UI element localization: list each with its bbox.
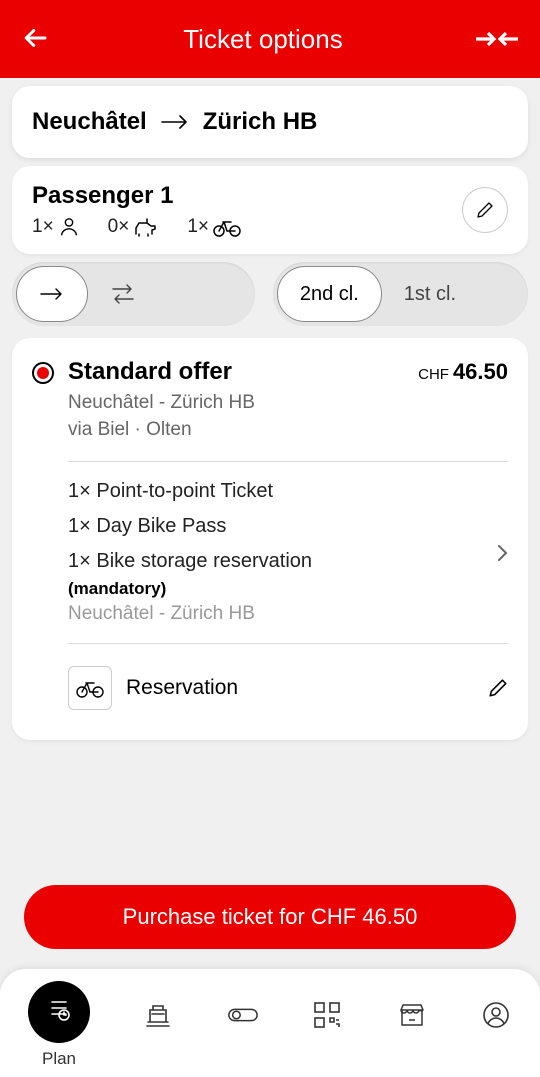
- toggle-icon: [227, 999, 259, 1031]
- nav-toggle[interactable]: [227, 987, 259, 1031]
- reservation-label: Reservation: [126, 676, 238, 700]
- offer-item: 1× Point-to-point Ticket: [68, 480, 508, 503]
- route-to: Zürich HB: [203, 108, 318, 136]
- route-from: Neuchâtel: [32, 108, 147, 136]
- radio-selected-icon[interactable]: [32, 362, 54, 384]
- bike-reservation-icon: [68, 666, 112, 710]
- offer-mandatory: (mandatory): [68, 579, 508, 599]
- nav-train[interactable]: [142, 987, 174, 1031]
- first-class-button[interactable]: 1st cl.: [382, 266, 478, 322]
- round-trip-button[interactable]: [88, 266, 158, 322]
- offer-title: Standard offer: [68, 358, 232, 386]
- dog-icon: [133, 216, 159, 238]
- one-way-button[interactable]: [16, 266, 88, 322]
- shop-icon: [396, 999, 428, 1031]
- sbb-logo-icon: [474, 27, 520, 51]
- route-card[interactable]: Neuchâtel Zürich HB: [12, 86, 528, 158]
- passenger-title: Passenger 1: [32, 182, 241, 210]
- chevron-right-icon[interactable]: [496, 544, 508, 562]
- second-class-button[interactable]: 2nd cl.: [277, 266, 382, 322]
- plan-icon: [44, 997, 74, 1027]
- direction-toggle: [12, 262, 255, 326]
- bottom-nav: Plan: [0, 969, 540, 1077]
- nav-shop[interactable]: [396, 987, 428, 1031]
- nav-qr[interactable]: [311, 987, 343, 1031]
- divider: [68, 643, 508, 644]
- count-dog: 0×: [108, 216, 160, 238]
- offer-item: 1× Day Bike Pass: [68, 515, 508, 538]
- profile-icon: [480, 999, 512, 1031]
- edit-reservation-button[interactable]: [488, 678, 508, 698]
- offer-item: 1× Bike storage reservation: [68, 550, 508, 573]
- pencil-icon: [488, 678, 508, 698]
- arrow-right-icon: [161, 114, 189, 130]
- arrow-right-icon: [39, 287, 65, 301]
- divider: [68, 461, 508, 462]
- train-icon: [142, 999, 174, 1031]
- offer-mandatory-route: Neuchâtel - Zürich HB: [68, 603, 508, 625]
- qr-icon: [311, 999, 343, 1031]
- nav-profile[interactable]: [480, 987, 512, 1031]
- class-toggle: 2nd cl. 1st cl.: [273, 262, 528, 326]
- offer-route: Neuchâtel - Zürich HB: [68, 390, 508, 417]
- person-icon: [58, 216, 80, 238]
- offer-price: CHF46.50: [418, 359, 508, 385]
- offer-items[interactable]: 1× Point-to-point Ticket 1× Day Bike Pas…: [68, 480, 508, 625]
- count-person: 1×: [32, 216, 80, 238]
- bike-icon: [213, 217, 241, 237]
- page-title: Ticket options: [52, 24, 474, 55]
- passenger-card: Passenger 1 1× 0× 1×: [12, 166, 528, 254]
- offer-card[interactable]: Standard offer CHF46.50 Neuchâtel - Züri…: [12, 338, 528, 740]
- swap-icon: [110, 283, 136, 305]
- count-bike: 1×: [187, 216, 241, 238]
- pencil-icon: [476, 201, 494, 219]
- nav-plan[interactable]: Plan: [28, 987, 90, 1069]
- back-button[interactable]: [20, 23, 52, 55]
- purchase-button[interactable]: Purchase ticket for CHF 46.50: [24, 885, 516, 949]
- offer-via: via Biel · Olten: [68, 417, 508, 444]
- edit-passenger-button[interactable]: [462, 187, 508, 233]
